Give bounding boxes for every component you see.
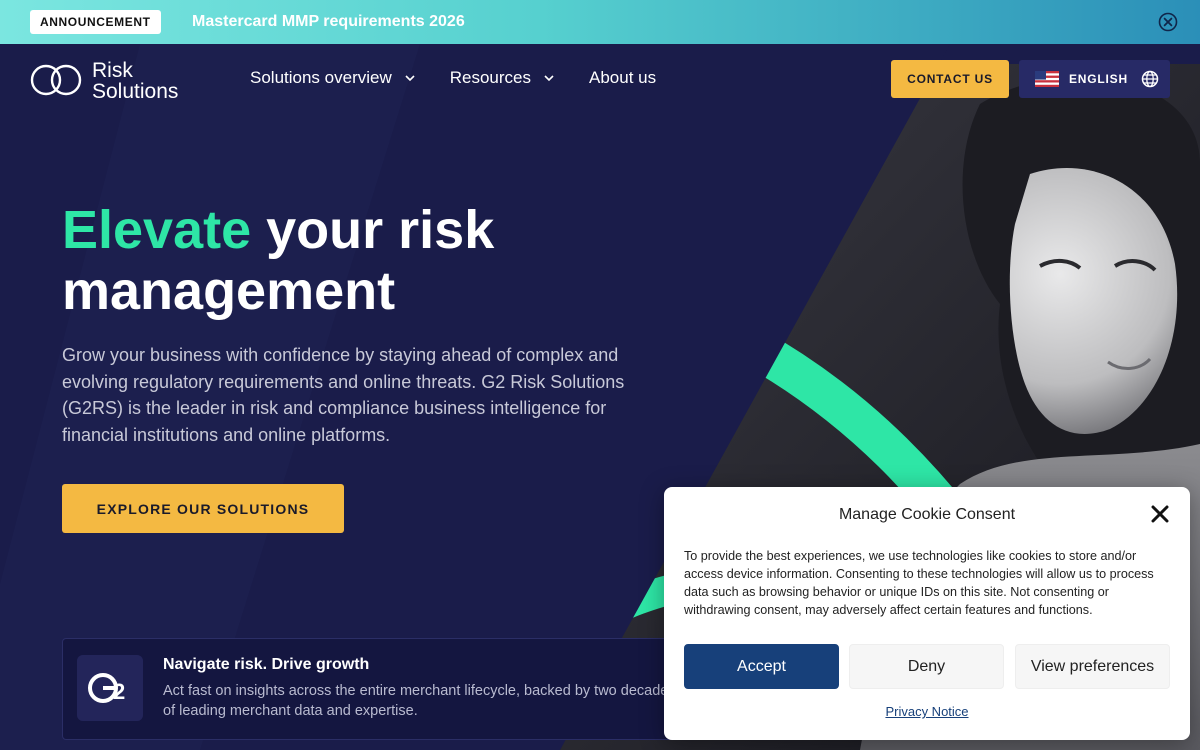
promo-card[interactable]: 2 Navigate risk. Drive growth Act fast o… [62,638,764,740]
close-circle-icon[interactable] [1158,12,1178,32]
view-preferences-button[interactable]: View preferences [1015,644,1170,689]
nav-resources[interactable]: Resources [450,68,555,88]
nav-label: Resources [449,68,532,87]
g2-logo-icon: 2 [77,655,143,721]
hero-description: Grow your business with confidence by st… [62,345,625,446]
chevron-down-icon [405,75,415,82]
svg-text:2: 2 [113,679,125,704]
contact-us-button[interactable]: CONTACT US [891,60,1009,98]
announcement-bar: ANNOUNCEMENT Mastercard MMP requirements… [0,0,1200,44]
announcement-link[interactable]: Mastercard MMP requirements 2026 [192,12,465,32]
nav-solutions-overview[interactable]: Solutions overview [250,68,416,88]
nav-label: Solutions overview [250,68,392,87]
site-header: Risk Solutions Solutions overview Resour… [0,44,1200,114]
hero-title-accent: Elevate [62,200,252,260]
cookie-title: Manage Cookie Consent [838,506,1016,523]
close-icon[interactable] [1150,504,1170,524]
hero-title: Elevate your risk management [62,200,622,322]
chevron-down-icon [544,75,554,82]
language-label: ENGLISH [1069,72,1128,86]
accept-button[interactable]: Accept [684,644,839,689]
cookie-text: To provide the best experiences, we use … [684,549,1154,617]
main-nav: Solutions overview Resources About us [250,68,690,88]
svg-text:Solutions: Solutions [92,80,178,101]
globe-icon [1141,70,1159,88]
nav-label: About us [589,68,657,87]
deny-button[interactable]: Deny [849,644,1004,689]
cookie-consent-dialog: Manage Cookie Consent To provide the bes… [664,487,1190,740]
explore-solutions-button[interactable]: EXPLORE OUR SOLUTIONS [62,484,344,533]
g2-risk-solutions-logo[interactable]: Risk Solutions [30,59,200,101]
announcement-badge: ANNOUNCEMENT [30,10,161,34]
nav-about-us[interactable]: About us [589,68,656,88]
us-flag-icon [1035,71,1059,87]
privacy-notice-link[interactable]: Privacy Notice [664,704,1190,719]
promo-title: Navigate risk. Drive growth [163,656,370,673]
svg-text:Risk: Risk [92,59,133,82]
language-selector[interactable]: ENGLISH [1019,60,1170,98]
promo-text: Act fast on insights across the entire m… [163,683,676,719]
